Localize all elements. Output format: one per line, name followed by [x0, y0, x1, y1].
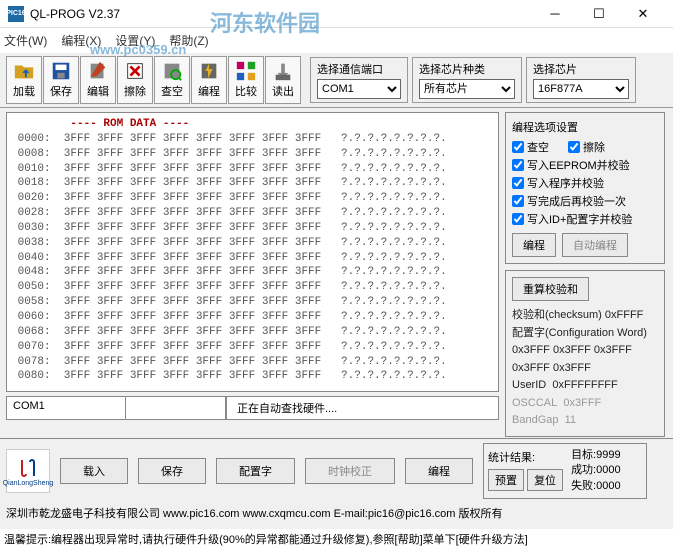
blank-button[interactable]: 查空	[154, 56, 190, 104]
chip-label: 选择芯片	[533, 61, 629, 77]
foot-save-button[interactable]: 保存	[138, 458, 206, 484]
kind-select[interactable]: 所有芯片	[419, 79, 515, 99]
preset-button[interactable]: 预置	[488, 469, 524, 491]
chk-program[interactable]	[512, 177, 524, 189]
maximize-button[interactable]: ☐	[577, 0, 621, 28]
opts-auto-button[interactable]: 自动编程	[562, 233, 628, 257]
chip-select[interactable]: 16F877A	[533, 79, 629, 99]
erase-button[interactable]: 擦除	[117, 56, 153, 104]
foot-clock-button[interactable]: 时钟校正	[305, 458, 395, 484]
watermark-overlay: 河东软件园	[210, 6, 320, 38]
minimize-button[interactable]: ─	[533, 0, 577, 28]
chk-blank[interactable]	[512, 141, 524, 153]
foot-program-button[interactable]: 编程	[405, 458, 473, 484]
load-button[interactable]: 加载	[6, 56, 42, 104]
kind-label: 选择芯片种类	[419, 61, 515, 77]
status-port: COM1	[6, 396, 126, 420]
foot-load-button[interactable]: 载入	[60, 458, 128, 484]
port-label: 选择通信端口	[317, 61, 401, 77]
rom-data-view[interactable]: ---- ROM DATA ---- 0000: 3FFF 3FFF 3FFF …	[6, 112, 499, 392]
reset-button[interactable]: 复位	[527, 469, 563, 491]
opts-title: 编程选项设置	[512, 119, 658, 135]
chk-erase[interactable]	[568, 141, 580, 153]
chk-verify[interactable]	[512, 195, 524, 207]
chk-idcfg[interactable]	[512, 213, 524, 225]
hint-text: 温馨提示:编程器出现异常时,请执行硬件升级(90%的异常都能通过升级修复),参照…	[0, 529, 673, 549]
program-button[interactable]: 编程	[191, 56, 227, 104]
foot-config-button[interactable]: 配置字	[216, 458, 295, 484]
stat-group: 统计结果: 预置 复位 目标:9999 成功:0000 失败:0000	[483, 443, 647, 499]
save-button[interactable]: 保存	[43, 56, 79, 104]
compare-button[interactable]: 比较	[228, 56, 264, 104]
status-message: 正在自动查找硬件....	[226, 396, 499, 420]
read-button[interactable]: 读出	[265, 56, 301, 104]
chk-eeprom[interactable]	[512, 159, 524, 171]
close-button[interactable]: ✕	[621, 0, 665, 28]
opts-program-button[interactable]: 编程	[512, 233, 556, 257]
menu-file[interactable]: 文件(W)	[4, 32, 47, 49]
app-icon: PIC16	[8, 6, 24, 22]
company-logo: QianLongSheng	[6, 449, 50, 493]
recalc-button[interactable]: 重算校验和	[512, 277, 589, 301]
watermark-url: www.pc0359.cn	[90, 42, 186, 57]
edit-button[interactable]: 编辑	[80, 56, 116, 104]
port-select[interactable]: COM1	[317, 79, 401, 99]
copyright: 深圳市乾龙盛电子科技有限公司 www.pic16.com www.cxqmcu.…	[6, 505, 667, 521]
